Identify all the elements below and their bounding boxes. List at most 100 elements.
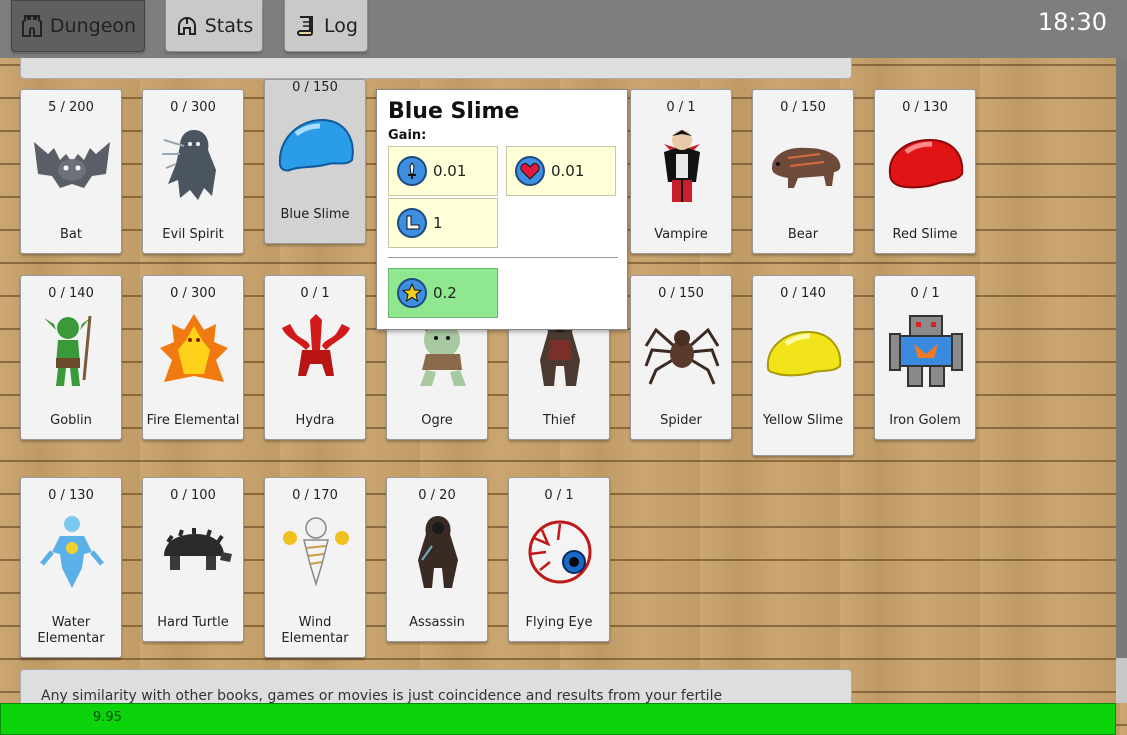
heart-icon (515, 156, 545, 186)
sword-icon (397, 156, 427, 186)
monster-name: Goblin (50, 413, 92, 428)
monster-count: 0 / 1 (300, 286, 330, 301)
gain-attack-value: 0.01 (433, 162, 467, 180)
monster-name: Water Elementar (37, 615, 105, 646)
monster-name: Yellow Slime (762, 413, 844, 428)
goblin-icon (44, 315, 92, 386)
monster-card-iron-golem[interactable]: 0 / 1 Iron Golem (874, 275, 976, 440)
gain-speed-value: 1 (433, 214, 443, 232)
monster-name: Blue Slime (280, 207, 350, 222)
gain-xp-value: 0.2 (433, 284, 457, 302)
monster-name: Thief (542, 413, 576, 428)
star-icon (397, 278, 427, 308)
tab-label: Dungeon (49, 15, 137, 37)
scrollbar-thumb[interactable] (1116, 58, 1127, 658)
monster-count: 0 / 140 (48, 286, 94, 301)
tab-label: Log (324, 14, 358, 37)
monster-count: 0 / 150 (658, 286, 704, 301)
monster-name: Assassin (409, 615, 465, 630)
flying-eye-icon (528, 520, 592, 584)
monster-name: Red Slime (892, 227, 958, 242)
monster-count: 0 / 130 (48, 488, 94, 503)
water-elementar-icon (40, 516, 104, 588)
gain-speed: 1 (388, 198, 498, 248)
bat-icon (34, 142, 110, 188)
monster-count: 0 / 300 (170, 100, 216, 115)
monster-name: Ogre (421, 413, 453, 428)
monster-name: Fire Elemental (146, 413, 240, 428)
monster-card-wind-elementar[interactable]: 0 / 170 Wind Elementar (264, 477, 366, 658)
tab-stats[interactable]: Stats (165, 0, 263, 52)
hard-turtle-icon (164, 528, 232, 570)
blue-slime-icon (278, 118, 354, 172)
monster-name: Bat (60, 227, 82, 242)
monster-card-water-elementar[interactable]: 0 / 130 Water Elementar (20, 477, 122, 658)
scroll-icon (294, 14, 318, 38)
monster-card-fire-elemental[interactable]: 0 / 300 Fire Elemental (142, 275, 244, 440)
gain-health-value: 0.01 (551, 162, 585, 180)
evil-spirit-icon (162, 130, 216, 200)
gain-health: 0.01 (506, 146, 616, 196)
monster-name: Spider (660, 413, 702, 428)
progress-value: 9.95 (93, 710, 122, 725)
tooltip-title: Blue Slime (388, 99, 520, 124)
tab-label: Stats (204, 14, 254, 37)
monster-count: 0 / 20 (418, 488, 456, 503)
monster-count: 0 / 150 (292, 80, 338, 95)
boot-icon (397, 208, 427, 238)
vampire-icon (664, 130, 700, 202)
monster-card-assassin[interactable]: 0 / 20 Assassin (386, 477, 488, 642)
gain-xp: 0.2 (388, 268, 498, 318)
progress-bar: 9.95 (0, 703, 1116, 735)
monster-tooltip: Blue Slime Gain: 0.01 0.01 1 0.2 (376, 89, 628, 330)
monster-count: 0 / 130 (902, 100, 948, 115)
monster-name: Flying Eye (525, 615, 593, 630)
top-panel (20, 58, 852, 79)
monster-card-yellow-slime[interactable]: 0 / 140 Yellow Slime (752, 275, 854, 456)
bear-icon (772, 147, 841, 188)
monster-card-hard-turtle[interactable]: 0 / 100 Hard Turtle (142, 477, 244, 642)
yellow-slime-icon (766, 330, 842, 377)
monster-card-red-slime[interactable]: 0 / 130 Red Slime (874, 89, 976, 254)
monster-name: Hard Turtle (157, 615, 229, 630)
monster-card-flying-eye[interactable]: 0 / 1 Flying Eye (508, 477, 610, 642)
monster-count: 0 / 1 (666, 100, 696, 115)
monster-name: Wind Elementar (281, 615, 349, 646)
monster-name: Iron Golem (889, 413, 961, 428)
monster-card-hydra[interactable]: 0 / 1 Hydra (264, 275, 366, 440)
monster-count: 0 / 170 (292, 488, 338, 503)
monster-name: Evil Spirit (162, 227, 224, 242)
tab-log[interactable]: Log (284, 0, 368, 52)
fire-elemental-icon (160, 314, 228, 382)
iron-golem-icon (889, 315, 963, 387)
monster-card-blue-slime[interactable]: 0 / 150 Blue Slime (264, 79, 366, 244)
gain-attack: 0.01 (388, 146, 498, 196)
top-bar: Dungeon Stats Log 18:30 (0, 0, 1127, 58)
monster-name: Vampire (654, 227, 708, 242)
monster-card-bat[interactable]: 5 / 200 Bat (20, 89, 122, 254)
monster-count: 0 / 150 (780, 100, 826, 115)
monster-card-spider[interactable]: 0 / 150 Spider (630, 275, 732, 440)
monster-card-evil-spirit[interactable]: 0 / 300 Evil Spirit (142, 89, 244, 254)
monster-card-goblin[interactable]: 0 / 140 Goblin (20, 275, 122, 440)
monster-count: 0 / 300 (170, 286, 216, 301)
monster-count: 0 / 140 (780, 286, 826, 301)
helmet-icon (175, 14, 199, 38)
assassin-icon (418, 516, 458, 588)
tab-dungeon[interactable]: Dungeon (11, 0, 145, 52)
footer-text: Any similarity with other books, games o… (41, 688, 723, 704)
spider-icon (644, 327, 720, 385)
monster-name: Hydra (295, 413, 335, 428)
tooltip-divider (388, 257, 618, 258)
monster-count: 0 / 1 (910, 286, 940, 301)
monster-card-bear[interactable]: 0 / 150 Bear (752, 89, 854, 254)
clock: 18:30 (1037, 8, 1107, 36)
monster-count: 0 / 1 (544, 488, 574, 503)
red-slime-icon (888, 138, 964, 189)
monster-card-vampire[interactable]: 0 / 1 Vampire (630, 89, 732, 254)
wind-elementar-icon (283, 517, 349, 587)
tooltip-gain-label: Gain: (388, 128, 427, 143)
monster-count: 0 / 100 (170, 488, 216, 503)
monster-count: 5 / 200 (48, 100, 94, 115)
hydra-icon (282, 314, 350, 376)
